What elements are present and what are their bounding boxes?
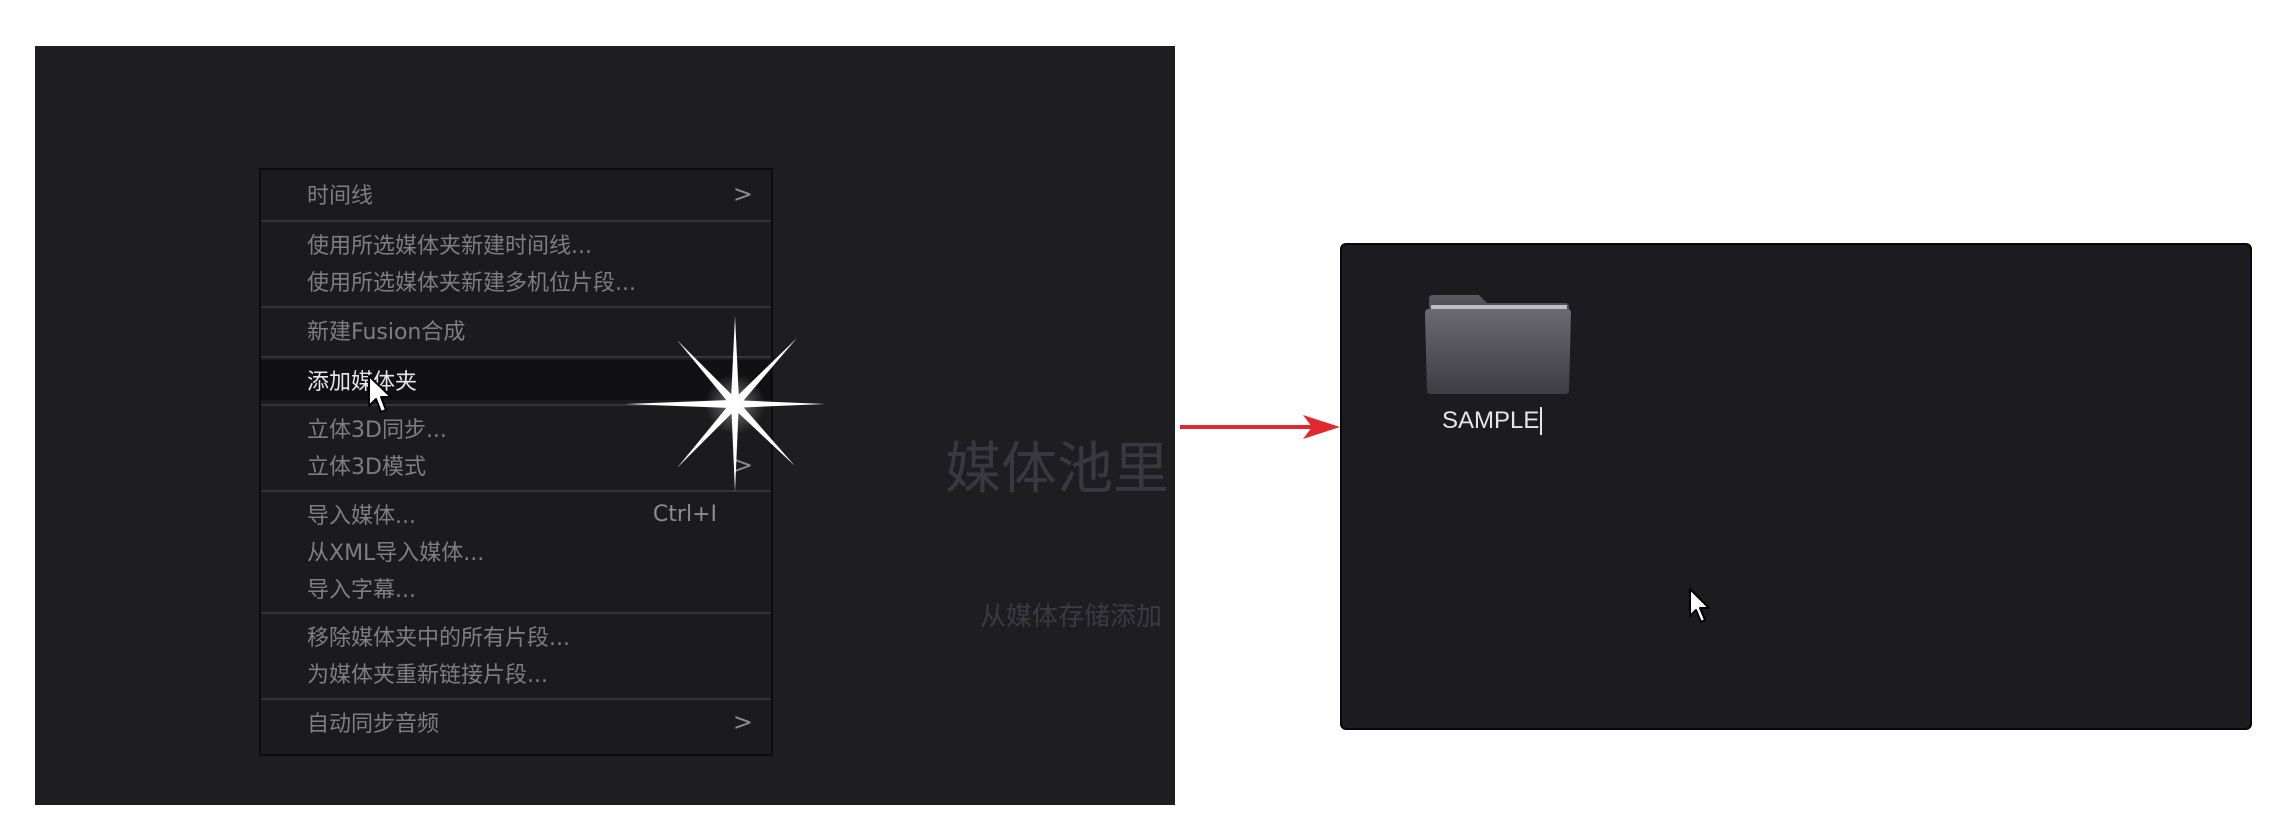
menu-item-label: 移除媒体夹中的所有片段... bbox=[307, 626, 570, 651]
menu-item-label: 使用所选媒体夹新建时间线... bbox=[307, 234, 592, 259]
media-pool-panel-after[interactable]: SAMPLE bbox=[1340, 243, 2252, 730]
empty-pool-subtext: 从媒体存储添加 bbox=[980, 602, 1163, 632]
menu-item-import-subtitles[interactable]: 导入字幕... bbox=[261, 570, 771, 606]
menu-item-label: 导入字幕... bbox=[307, 578, 416, 603]
empty-pool-heading: 媒体池里 bbox=[945, 437, 1169, 502]
menu-separator bbox=[261, 612, 771, 614]
menu-separator bbox=[261, 490, 771, 492]
menu-item-new-multicam-clip[interactable]: 使用所选媒体夹新建多机位片段... bbox=[261, 263, 771, 299]
menu-separator bbox=[261, 698, 771, 700]
mouse-pointer-icon bbox=[1689, 588, 1710, 623]
menu-item-label: 自动同步音频 bbox=[307, 712, 440, 737]
menu-item-import-media-from-xml[interactable]: 从XML导入媒体... bbox=[261, 533, 771, 569]
menu-item-label: 导入媒体... bbox=[307, 504, 416, 529]
folder-icon bbox=[1425, 295, 1571, 394]
menu-item-relink-clips[interactable]: 为媒体夹重新链接片段... bbox=[261, 655, 771, 691]
menu-item-label: 新建Fusion合成 bbox=[307, 320, 466, 345]
folder-name-editor[interactable]: SAMPLE bbox=[1442, 404, 1543, 438]
text-caret bbox=[1540, 407, 1543, 435]
menu-item-label: 立体3D模式 bbox=[307, 455, 426, 480]
menu-item-label: 时间线 bbox=[307, 184, 374, 209]
chevron-right-icon: > bbox=[732, 708, 753, 736]
folder-name-input[interactable]: SAMPLE bbox=[1442, 407, 1539, 435]
menu-item-timeline[interactable]: 时间线 > bbox=[261, 176, 771, 212]
menu-separator bbox=[261, 404, 771, 406]
right-arrow-icon bbox=[1180, 415, 1340, 439]
bin-folder-tile[interactable]: SAMPLE bbox=[1418, 293, 1578, 443]
chevron-right-icon: > bbox=[732, 451, 753, 479]
context-menu: 时间线 > 使用所选媒体夹新建时间线... 使用所选媒体夹新建多机位片段... … bbox=[259, 168, 773, 756]
menu-item-stereo-3d-mode[interactable]: 立体3D模式 > bbox=[261, 447, 771, 483]
menu-item-new-fusion-composition[interactable]: 新建Fusion合成 bbox=[261, 312, 771, 348]
menu-separator bbox=[261, 356, 771, 358]
menu-item-remove-all-clips[interactable]: 移除媒体夹中的所有片段... bbox=[261, 618, 771, 654]
menu-item-label: 使用所选媒体夹新建多机位片段... bbox=[307, 271, 636, 296]
shortcut-label: Ctrl+I bbox=[652, 501, 717, 527]
menu-item-auto-sync-audio[interactable]: 自动同步音频 > bbox=[261, 704, 771, 740]
menu-item-new-timeline-from-bin[interactable]: 使用所选媒体夹新建时间线... bbox=[261, 226, 771, 262]
menu-item-stereo-3d-sync[interactable]: 立体3D同步... bbox=[261, 410, 771, 446]
menu-separator bbox=[261, 306, 771, 308]
menu-item-label: 从XML导入媒体... bbox=[307, 541, 485, 566]
mouse-pointer-icon bbox=[368, 375, 392, 413]
menu-separator bbox=[261, 220, 771, 222]
menu-item-add-bin[interactable]: 添加媒体夹 bbox=[261, 360, 771, 400]
menu-item-label: 添加媒体夹 bbox=[307, 370, 418, 395]
screenshot-root: 媒体池里 从媒体存储添加 时间线 > 使用所选媒体夹新建时间线... 使用所选媒… bbox=[0, 0, 2286, 840]
menu-item-import-media[interactable]: 导入媒体... Ctrl+I bbox=[261, 496, 771, 532]
media-pool-panel[interactable]: 媒体池里 从媒体存储添加 时间线 > 使用所选媒体夹新建时间线... 使用所选媒… bbox=[35, 46, 1175, 805]
menu-item-label: 立体3D同步... bbox=[307, 418, 447, 443]
chevron-right-icon: > bbox=[732, 180, 753, 208]
menu-item-label: 为媒体夹重新链接片段... bbox=[307, 663, 548, 688]
